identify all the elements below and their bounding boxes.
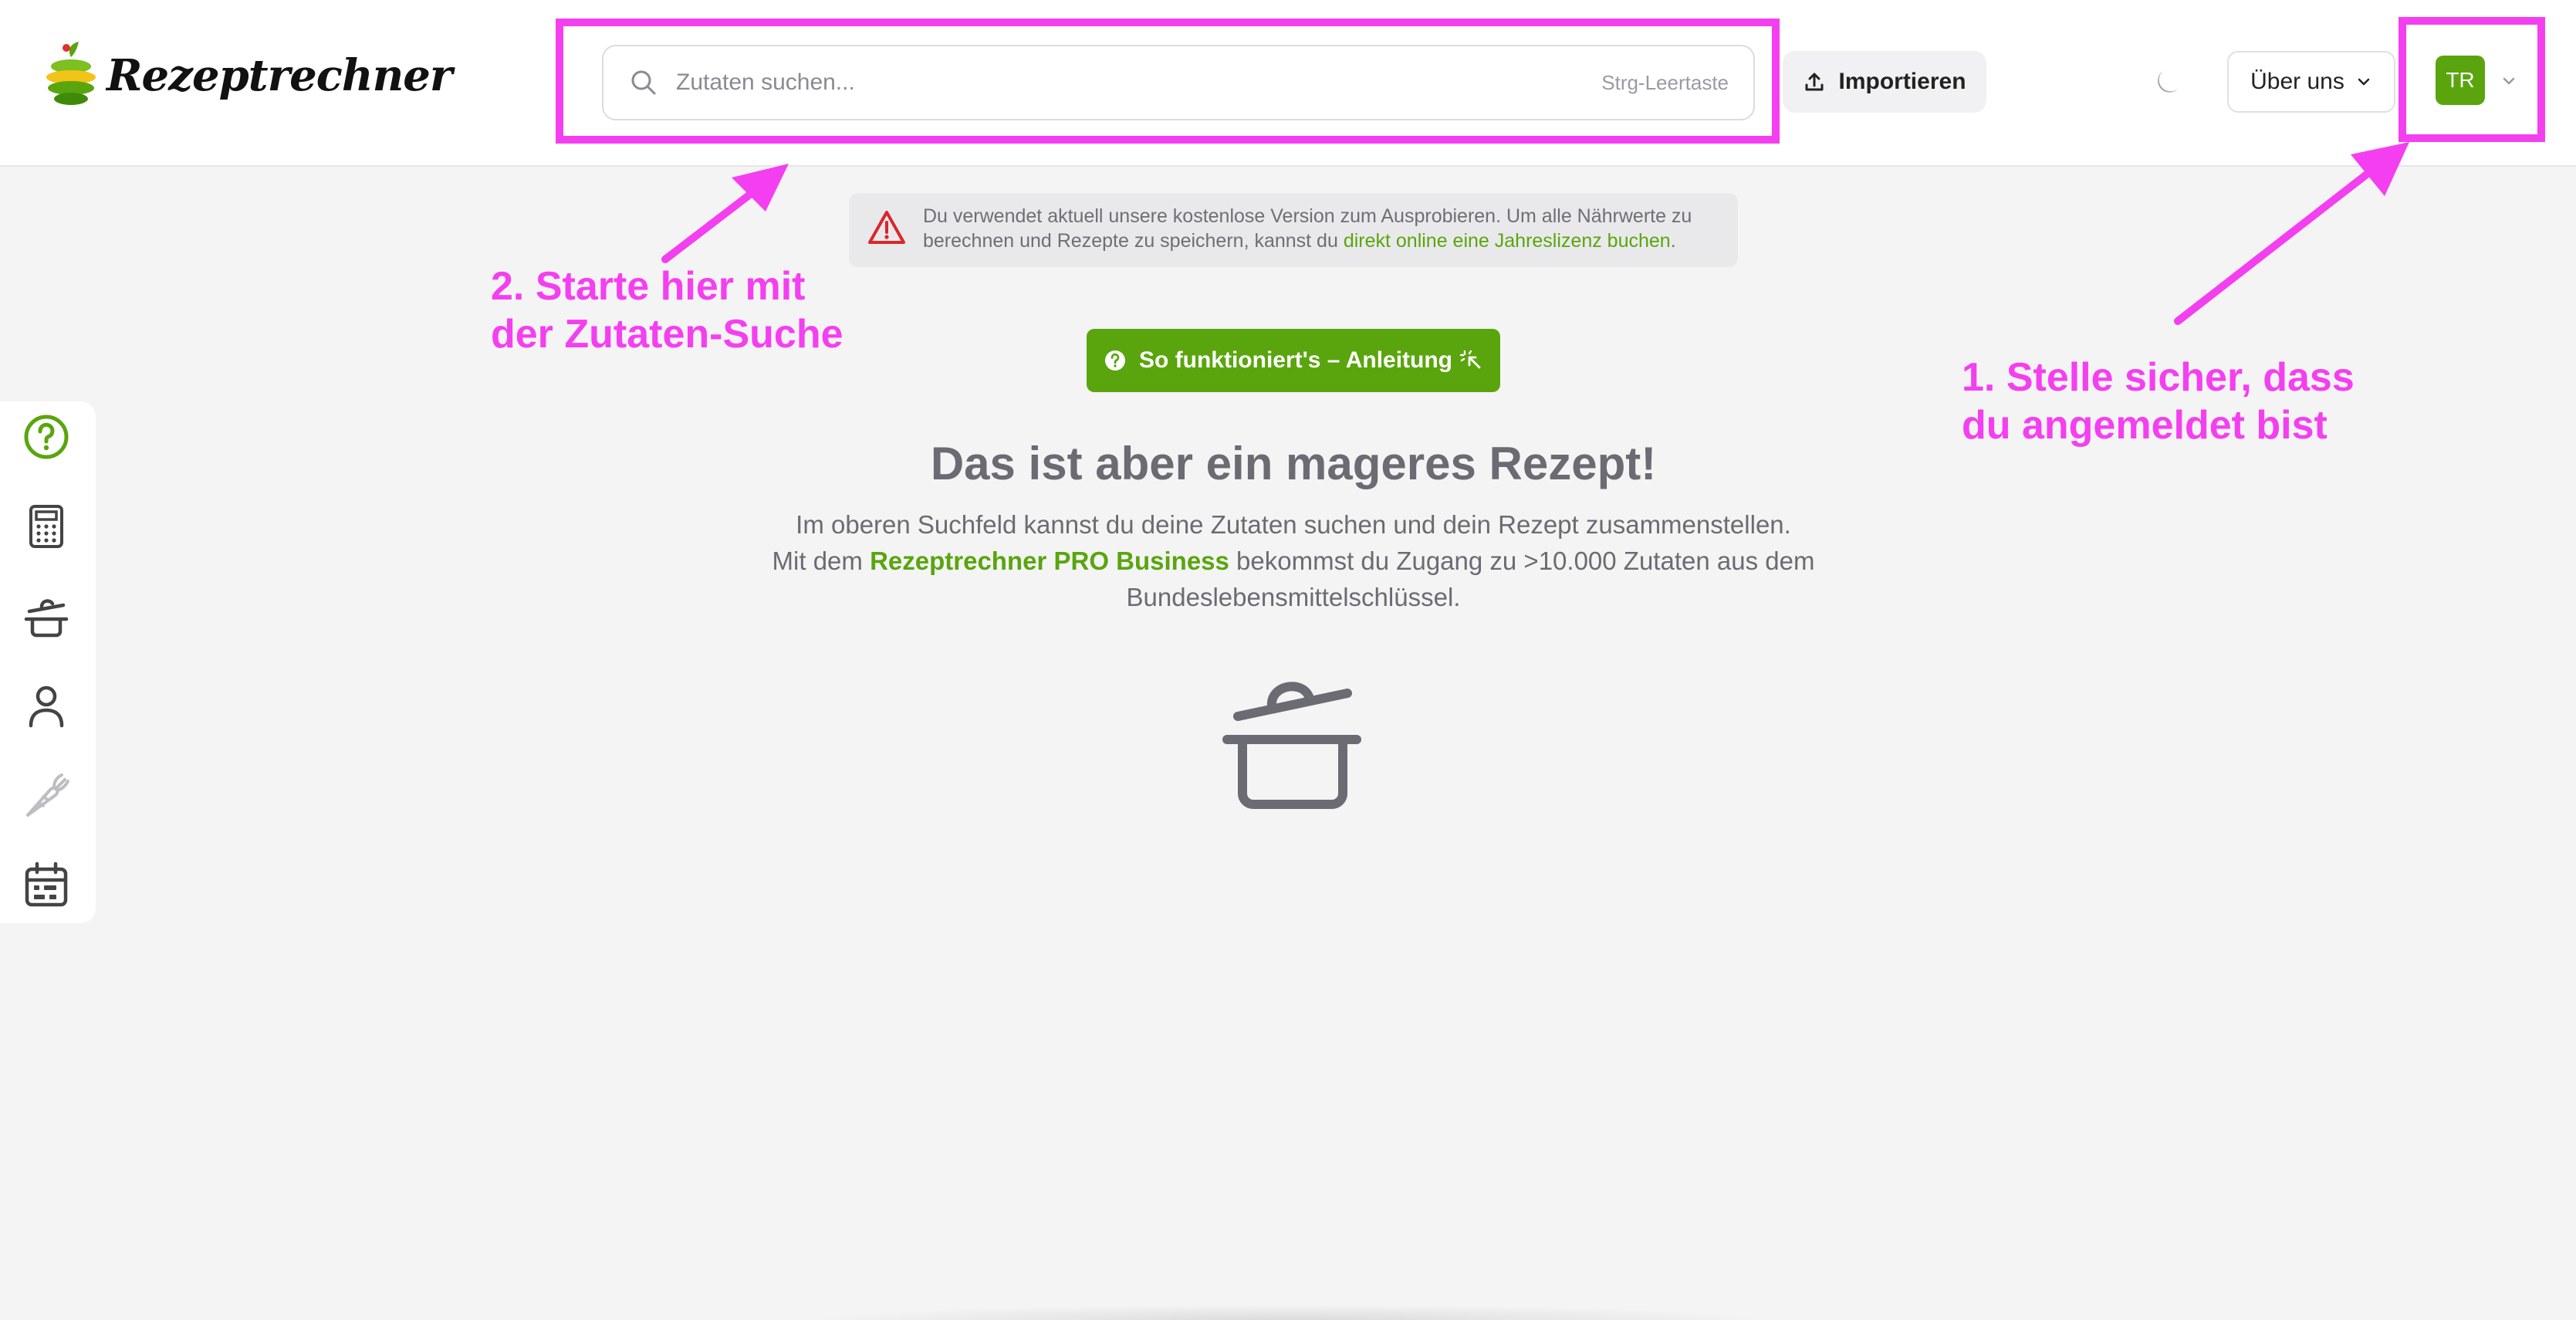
- carrot-icon[interactable]: [22, 770, 71, 820]
- calendar-icon[interactable]: [22, 860, 71, 909]
- calculator-icon[interactable]: [22, 502, 71, 551]
- apple-logo-icon: [46, 42, 96, 105]
- search-highlight-box: [556, 19, 1780, 144]
- annotation-step-1: 1. Stelle sicher, dass du angemeldet bis…: [1962, 354, 2355, 449]
- empty-state-line2-start: Mit dem: [772, 547, 870, 575]
- import-button[interactable]: Importieren: [1783, 51, 1986, 113]
- question-circle-icon: [1104, 350, 1125, 371]
- import-button-label: Importieren: [1838, 69, 1966, 94]
- annotation-step-1-line2: du angemeldet bist: [1962, 403, 2328, 448]
- dark-mode-moon-icon[interactable]: [2153, 65, 2186, 97]
- guide-button[interactable]: So funktioniert's – Anleitung: [1087, 329, 1500, 392]
- pot-icon[interactable]: [22, 591, 71, 641]
- annotation-step-1-line1: 1. Stelle sicher, dass: [1962, 355, 2355, 400]
- pro-business-link[interactable]: Rezeptrechner PRO Business: [870, 547, 1229, 575]
- sparkle-cursor-icon: [1459, 350, 1481, 369]
- empty-state-line2-end: bekommst du Zugang zu >10.000 Zutaten au…: [1126, 547, 1815, 611]
- annotation-step-2-line1: 2. Starte hier mit: [491, 264, 806, 309]
- about-us-label: Über uns: [2250, 69, 2344, 94]
- warning-triangle-icon: [868, 211, 905, 244]
- user-icon[interactable]: [22, 681, 71, 730]
- logo-text: Rezeptrechner: [106, 50, 452, 101]
- empty-state-line1: Im oberen Suchfeld kannst du deine Zutat…: [796, 510, 1791, 539]
- chevron-down-icon: [2358, 78, 2370, 86]
- buy-license-link[interactable]: direkt online eine Jahreslizenz buchen: [1344, 230, 1671, 252]
- free-version-notice: Du verwendet aktuell unsere kostenlose V…: [849, 193, 1738, 267]
- bottom-shadow: [803, 1305, 1775, 1320]
- empty-pot-icon: [1222, 682, 1361, 809]
- annotation-step-2: 2. Starte hier mit der Zutaten-Suche: [491, 262, 843, 358]
- upload-icon: [1805, 73, 1824, 91]
- logo[interactable]: Rezeptrechner: [43, 40, 452, 111]
- empty-state-description: Im oberen Suchfeld kannst du deine Zutat…: [747, 506, 1840, 615]
- annotation-step-2-line2: der Zutaten-Suche: [491, 312, 843, 357]
- guide-button-label: So funktioniert's – Anleitung: [1138, 347, 1453, 373]
- account-highlight-box: [2399, 17, 2545, 142]
- notice-text-end: .: [1670, 230, 1676, 252]
- about-us-dropdown[interactable]: Über uns: [2227, 51, 2395, 113]
